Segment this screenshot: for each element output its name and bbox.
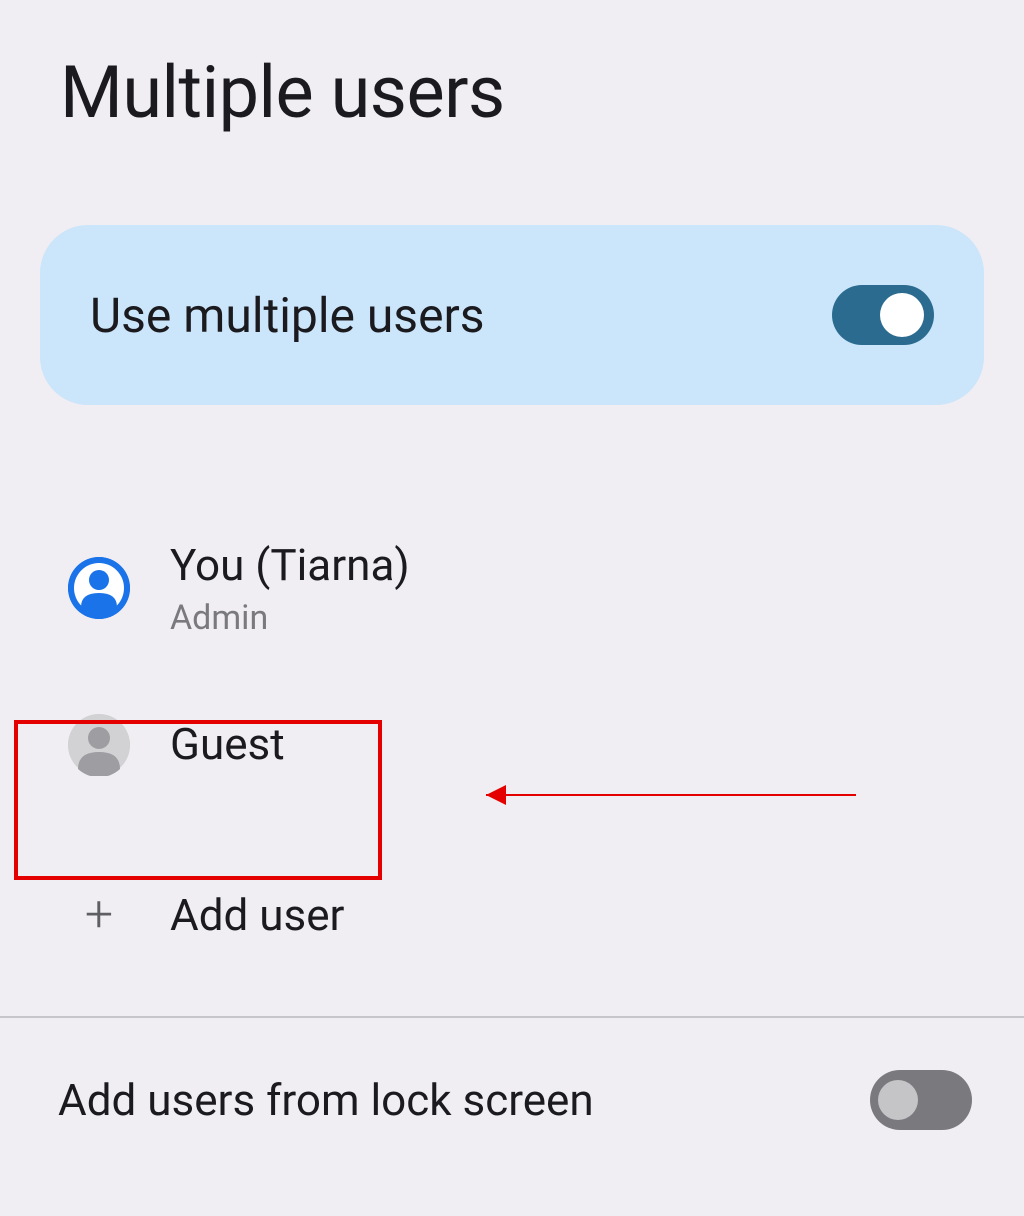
user-text-block: You (Tiarna) Admin: [170, 539, 410, 638]
add-users-lock-screen-row[interactable]: Add users from lock screen: [0, 1018, 1024, 1182]
user-text-block: Guest: [170, 718, 285, 771]
user-row-primary[interactable]: You (Tiarna) Admin: [0, 515, 1024, 662]
guest-avatar-icon: [68, 714, 130, 776]
use-multiple-users-label: Use multiple users: [90, 287, 485, 344]
user-primary-name: You (Tiarna): [170, 539, 410, 592]
add-users-lock-screen-switch[interactable]: [870, 1070, 972, 1130]
user-primary-role: Admin: [170, 598, 410, 638]
add-user-label: Add user: [170, 889, 344, 941]
add-user-button[interactable]: + Add user: [0, 844, 1024, 986]
user-list: You (Tiarna) Admin Guest + Add user: [0, 515, 1024, 986]
user-guest-name: Guest: [170, 718, 285, 771]
plus-icon: +: [68, 884, 130, 946]
switch-knob-icon: [880, 293, 924, 337]
use-multiple-users-toggle-card[interactable]: Use multiple users: [40, 225, 984, 405]
user-row-guest[interactable]: Guest: [0, 662, 1024, 828]
add-users-lock-screen-label: Add users from lock screen: [58, 1074, 594, 1126]
user-avatar-icon: [68, 557, 130, 619]
use-multiple-users-switch[interactable]: [832, 285, 934, 345]
page-title: Multiple users: [0, 0, 1024, 165]
switch-knob-icon: [878, 1080, 918, 1120]
